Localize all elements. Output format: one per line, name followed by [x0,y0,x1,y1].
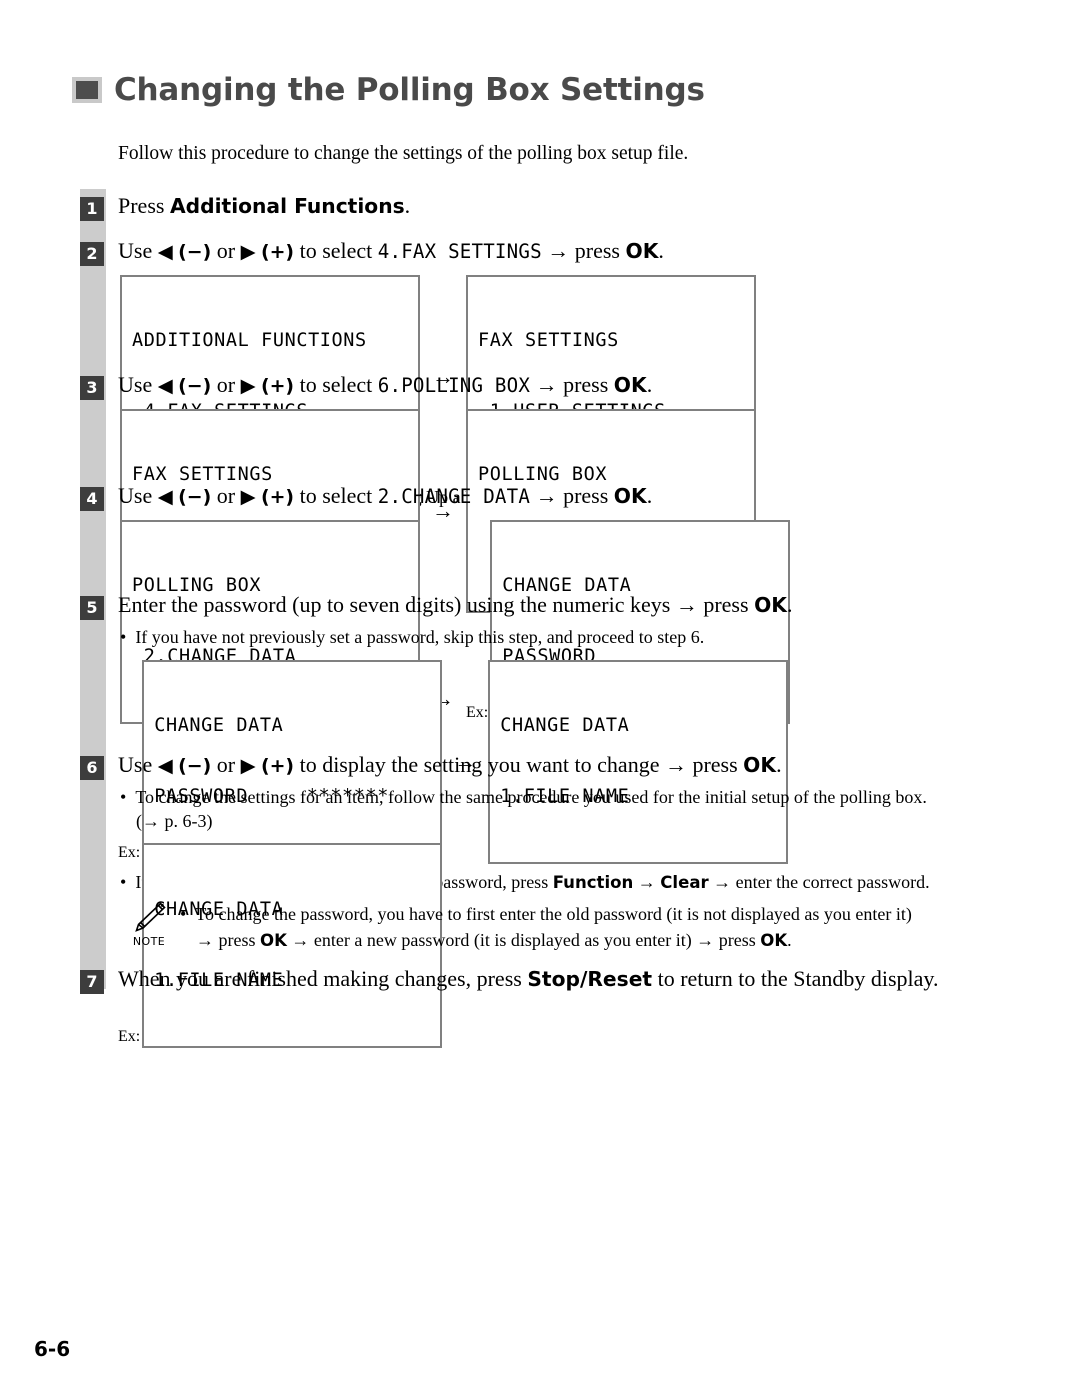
note-text: To change the password, you have to firs… [180,898,912,953]
note-line-1: To change the password, you have to firs… [195,901,912,927]
step-4-press: press [563,483,614,508]
page-title: Changing the Polling Box Settings [114,72,705,108]
ok-key: OK [625,239,659,263]
ex-label: Ex: [118,1027,141,1045]
ok-key: OK [743,753,777,777]
step-4-instruction: Use ◀ (−) or ▶ (+) to select 2.CHANGE DA… [118,483,790,510]
ok-key: OK [260,931,287,951]
intro-paragraph: Follow this procedure to change the sett… [118,143,689,164]
plus-label: (+) [260,375,295,397]
step-2-menu-item: 4.FAX SETTINGS [377,240,542,263]
step-number-badge: 3 [80,376,104,400]
step-6-or: or [211,752,241,777]
left-triangle-icon: ◀ [157,242,173,263]
page-number: 6-6 [34,1337,71,1361]
lcd-line-1: ADDITIONAL FUNCTIONS [132,330,367,352]
step-number-badge: 4 [80,487,104,511]
step-3-arrow: → [530,372,564,397]
plus-label: (+) [260,755,295,777]
step-7-text-post: to return to the Standby display. [652,966,939,991]
step-3-period: . [646,372,653,397]
step-3-menu-item: 6.POLLING BOX [377,374,531,397]
step-number-badge: 5 [80,596,104,620]
right-triangle-icon: ▶ [240,487,256,508]
stop-reset-key: Stop/Reset [527,967,653,991]
step-2-to-select: to select [294,238,378,263]
minus-label: (−) [178,375,212,397]
step-7: 7 When you are finished making changes, … [80,966,938,994]
lcd-line-1: CHANGE DATA [500,714,630,736]
step-1-instruction: Press Additional Functions. [118,193,410,220]
minus-label: (−) [178,486,212,508]
step-3-instruction: Use ◀ (−) or ▶ (+) to select 6.POLLING B… [118,372,756,399]
step-1-text-pre: Press [118,193,170,218]
plus-label: (+) [260,486,295,508]
step-4-arrow: → [530,483,564,508]
step-7-instruction: When you are finished making changes, pr… [118,966,938,993]
left-triangle-icon: ◀ [157,756,173,777]
note-line2-end: . [787,930,792,951]
square-marker-icon [72,77,102,103]
step-6-note-bullet-cont: (→ p. 6-3) [136,810,213,831]
minus-label: (−) [178,755,212,777]
step-6-arrow: → [664,752,693,777]
right-triangle-icon: ▶ [240,242,256,263]
step-2-instruction: Use ◀ (−) or ▶ (+) to select 4.FAX SETTI… [118,238,756,265]
note-line2-mid: → enter a new password (it is displayed … [286,930,761,951]
step-3-press: press [563,372,614,397]
step-4-menu-item: 2.CHANGE DATA [377,485,531,508]
step-4-period: . [646,483,653,508]
step-2-period: . [658,238,664,263]
step-6-use: Use [118,752,158,777]
left-triangle-icon: ◀ [157,487,173,508]
right-triangle-icon: ▶ [240,756,256,777]
step-5-period: . [786,592,793,617]
lcd-line-1: FAX SETTINGS [478,330,619,352]
page-heading: Changing the Polling Box Settings [72,72,705,108]
step-2-arrow: → [541,238,575,263]
note-line-2: → press OK → enter a new password (it is… [196,927,912,953]
step-5-text-pre: Enter the password (up to seven digits) … [118,592,676,617]
note-icon-group: NOTE [118,898,180,948]
step-3-or: or [211,372,241,397]
note-block: NOTE To change the password, you have to… [118,898,912,953]
step-4-or: or [211,483,241,508]
ok-key: OK [760,931,788,951]
step-2-press: press [574,238,626,263]
step-1-text-post: . [404,193,411,218]
step-number-badge: 1 [80,197,104,221]
step-4-use: Use [118,483,158,508]
ok-key: OK [613,373,647,397]
step-6-instruction: Use ◀ (−) or ▶ (+) to display the settin… [118,752,927,779]
note-label: NOTE [132,935,166,948]
step-6-note-bullet: To change the settings for an item, foll… [135,786,927,810]
step-2-use: Use [118,238,158,263]
step-number-badge: 7 [80,970,104,994]
step-4-to-select: to select [294,483,378,508]
step-3-to-select: to select [294,372,378,397]
step-6-press: press [692,752,744,777]
additional-functions-key: Additional Functions [169,194,405,218]
step-6-to-display: to display the setting you want to chang… [294,752,665,777]
step-3-use: Use [118,372,158,397]
step-5-press: press [703,592,755,617]
step-5-instruction: Enter the password (up to seven digits) … [118,592,930,619]
ok-key: OK [754,593,787,617]
step-1: 1 Press Additional Functions. [80,193,410,221]
minus-label: (−) [178,241,212,263]
step-5-note-bullet: If you have not previously set a passwor… [135,626,930,650]
step-number-badge: 6 [80,756,104,780]
lcd-line-1: CHANGE DATA [154,714,284,736]
right-triangle-icon: ▶ [240,376,256,397]
step-number-badge: 2 [80,242,104,266]
step-2-or: or [211,238,241,263]
step-7-text-pre: When you are finished making changes, pr… [118,966,528,991]
step-5-arrow: → [675,592,704,617]
note-line2-pre: → press [196,930,260,951]
left-triangle-icon: ◀ [157,376,173,397]
ok-key: OK [613,484,647,508]
plus-label: (+) [260,241,295,263]
step-6-period: . [776,752,782,777]
pencil-icon [135,902,166,932]
